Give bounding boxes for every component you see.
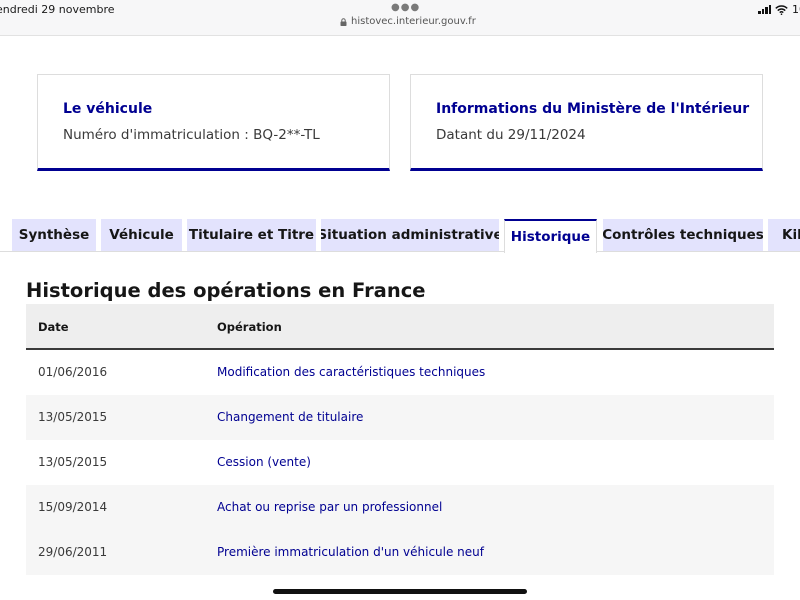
row-operation: Achat ou reprise par un professionnel: [217, 500, 443, 514]
more-dots-icon[interactable]: ●●●: [391, 3, 420, 13]
tab-synthese[interactable]: Synthèse: [12, 219, 96, 251]
tab-situation-administrative[interactable]: Situation administrative: [321, 219, 499, 251]
table-row: 15/09/2014 Achat ou reprise par un profe…: [26, 485, 774, 530]
wifi-icon: [775, 4, 788, 15]
tab-controles-techniques[interactable]: Contrôles techniques: [603, 219, 763, 251]
battery-level: 10: [792, 3, 800, 16]
signal-icon: [758, 5, 771, 14]
row-operation: Première immatriculation d'un véhicule n…: [217, 545, 484, 559]
table-row: 13/05/2015 Changement de titulaire: [26, 395, 774, 440]
table-row: 01/06/2016 Modification des caractéristi…: [26, 350, 774, 395]
row-date: 15/09/2014: [38, 500, 108, 514]
vehicle-card: Le véhicule Numéro d'immatriculation : B…: [37, 74, 390, 171]
row-date: 13/05/2015: [38, 455, 108, 469]
tabs-divider: [0, 251, 800, 252]
ministry-info-card: Informations du Ministère de l'Intérieur…: [410, 74, 763, 171]
table-row: 29/06/2011 Première immatriculation d'un…: [26, 530, 774, 575]
table-header: Date Opération: [26, 304, 774, 350]
vehicle-registration: Numéro d'immatriculation : BQ-2**-TL: [63, 127, 320, 143]
row-date: 13/05/2015: [38, 410, 108, 424]
page-title: Historique des opérations en France: [26, 279, 426, 302]
data-date: Datant du 29/11/2024: [436, 127, 586, 143]
vehicle-card-title: Le véhicule: [63, 101, 153, 117]
row-date: 01/06/2016: [38, 365, 108, 379]
tab-kilometrage[interactable]: Kil: [768, 219, 800, 251]
column-header-operation: Opération: [217, 320, 282, 334]
row-operation: Cession (vente): [217, 455, 311, 469]
lock-icon: [340, 17, 347, 26]
address-bar[interactable]: histovec.interieur.gouv.fr: [340, 16, 476, 27]
status-indicators: 10: [758, 3, 800, 16]
ministry-card-title: Informations du Ministère de l'Intérieur: [436, 101, 750, 117]
home-indicator[interactable]: [273, 589, 527, 594]
tab-vehicule[interactable]: Véhicule: [101, 219, 182, 251]
tab-titulaire-titre[interactable]: Titulaire et Titre: [187, 219, 316, 251]
table-row: 13/05/2015 Cession (vente): [26, 440, 774, 485]
row-operation: Modification des caractéristiques techni…: [217, 365, 486, 379]
status-bar: endredi 29 novembre ●●● histovec.interie…: [0, 0, 800, 36]
row-date: 29/06/2011: [38, 545, 108, 559]
row-operation: Changement de titulaire: [217, 410, 364, 424]
column-header-date: Date: [38, 320, 69, 334]
tab-historique[interactable]: Historique: [504, 219, 597, 253]
url-text: histovec.interieur.gouv.fr: [351, 16, 476, 27]
status-date: endredi 29 novembre: [0, 3, 115, 16]
operations-table: Date Opération 01/06/2016 Modification d…: [26, 304, 774, 575]
